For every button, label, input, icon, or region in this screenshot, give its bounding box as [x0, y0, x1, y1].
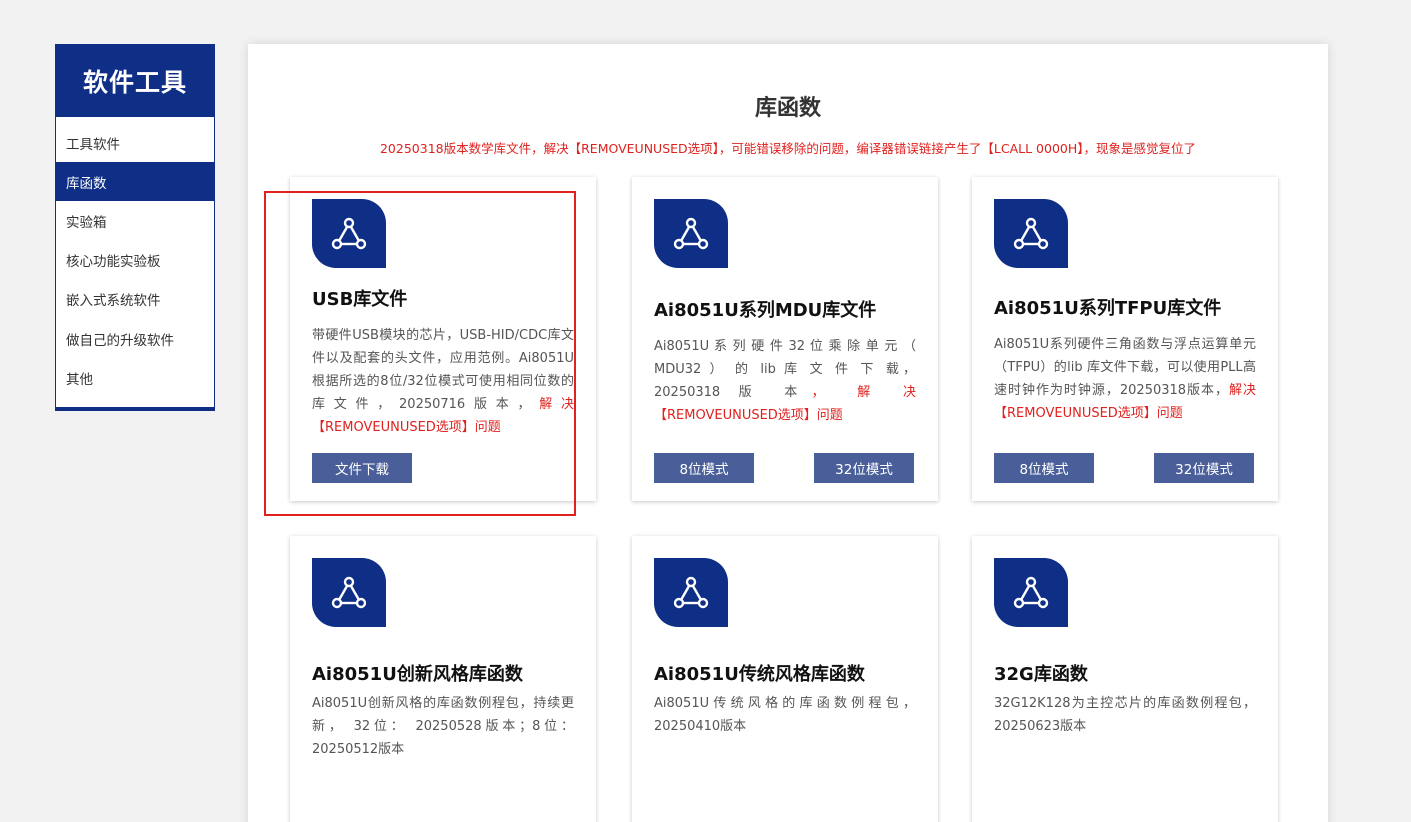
- 32bit-mode-button[interactable]: 32位模式: [814, 453, 914, 483]
- card-title: Ai8051U系列TFPU库文件: [994, 298, 1222, 319]
- card-title: USB库文件: [312, 289, 408, 310]
- 32bit-mode-button[interactable]: 32位模式: [1154, 453, 1254, 483]
- network-icon: [654, 199, 728, 268]
- sidebar-item-library-functions[interactable]: 库函数: [56, 162, 214, 202]
- sidebar-item-core-board[interactable]: 核心功能实验板: [56, 241, 214, 280]
- card-description: Ai8051U创新风格的库函数例程包，持续更新， 32位： 20250528版本…: [312, 696, 574, 757]
- card-desc-text: Ai8051U系列硬件三角函数与浮点运算单元（TFPU）的lib 库文件下载，可…: [994, 337, 1256, 398]
- 8bit-mode-button[interactable]: 8位模式: [994, 453, 1094, 483]
- sidebar-item-other[interactable]: 其他: [56, 358, 214, 397]
- card-desc-text: 带硬件USB模块的芯片，USB-HID/CDC库文件以及配套的头文件，应用范例。…: [312, 328, 574, 412]
- page-title: 库函数: [754, 96, 821, 121]
- network-icon: [312, 199, 386, 268]
- sidebar-item-experiment-box[interactable]: 实验箱: [56, 201, 214, 240]
- network-icon: [994, 199, 1068, 268]
- card-tfpu-library: Ai8051U系列TFPU库文件 Ai8051U系列硬件三角函数与浮点运算单元（…: [972, 177, 1278, 501]
- sidebar-item-embedded-software[interactable]: 嵌入式系统软件: [56, 280, 214, 319]
- card-title: Ai8051U系列MDU库文件: [654, 300, 877, 321]
- sidebar-item-tool-software[interactable]: 工具软件: [56, 123, 214, 162]
- card-title: 32G库函数: [994, 664, 1088, 685]
- sidebar-item-upgrade-software[interactable]: 做自己的升级软件: [56, 319, 214, 358]
- file-download-button[interactable]: 文件下载: [312, 453, 412, 483]
- network-icon: [994, 558, 1068, 627]
- card-description: 32G12K128为主控芯片的库函数例程包，20250623版本: [994, 696, 1256, 734]
- network-icon: [654, 558, 728, 627]
- card-traditional-style-library: Ai8051U传统风格库函数 Ai8051U传统风格的库函数例程包，202504…: [632, 536, 938, 822]
- notice-text: 20250318版本数学库文件，解决【REMOVEUNUSED选项】，可能错误移…: [379, 141, 1197, 156]
- card-description: Ai8051U系列硬件三角函数与浮点运算单元（TFPU）的lib 库文件下载，可…: [994, 333, 1256, 425]
- main-panel: 库函数 20250318版本数学库文件，解决【REMOVEUNUSED选项】，可…: [248, 44, 1328, 822]
- card-title: Ai8051U创新风格库函数: [312, 664, 523, 685]
- card-description: 带硬件USB模块的芯片，USB-HID/CDC库文件以及配套的头文件，应用范例。…: [312, 324, 574, 439]
- card-description: Ai8051U传统风格的库函数例程包，20250410版本: [654, 696, 916, 734]
- card-description: Ai8051U 系 列 硬 件 32 位 乘 除 单 元 （ MDU32 ） 的…: [654, 335, 916, 427]
- sidebar: 软件工具 工具软件 库函数 实验箱 核心功能实验板 嵌入式系统软件 做自己的升级…: [55, 44, 215, 411]
- 8bit-mode-button[interactable]: 8位模式: [654, 453, 754, 483]
- card-title: Ai8051U传统风格库函数: [654, 664, 865, 685]
- card-32g-library: 32G库函数 32G12K128为主控芯片的库函数例程包，20250623版本: [972, 536, 1278, 822]
- network-icon: [312, 558, 386, 627]
- card-innovative-style-library: Ai8051U创新风格库函数 Ai8051U创新风格的库函数例程包，持续更新， …: [290, 536, 596, 822]
- sidebar-title: 软件工具: [56, 45, 214, 117]
- card-usb-library: USB库文件 带硬件USB模块的芯片，USB-HID/CDC库文件以及配套的头文…: [290, 177, 596, 501]
- sidebar-nav: 工具软件 库函数 实验箱 核心功能实验板 嵌入式系统软件 做自己的升级软件 其他: [56, 123, 214, 397]
- card-mdu-library: Ai8051U系列MDU库文件 Ai8051U 系 列 硬 件 32 位 乘 除…: [632, 177, 938, 501]
